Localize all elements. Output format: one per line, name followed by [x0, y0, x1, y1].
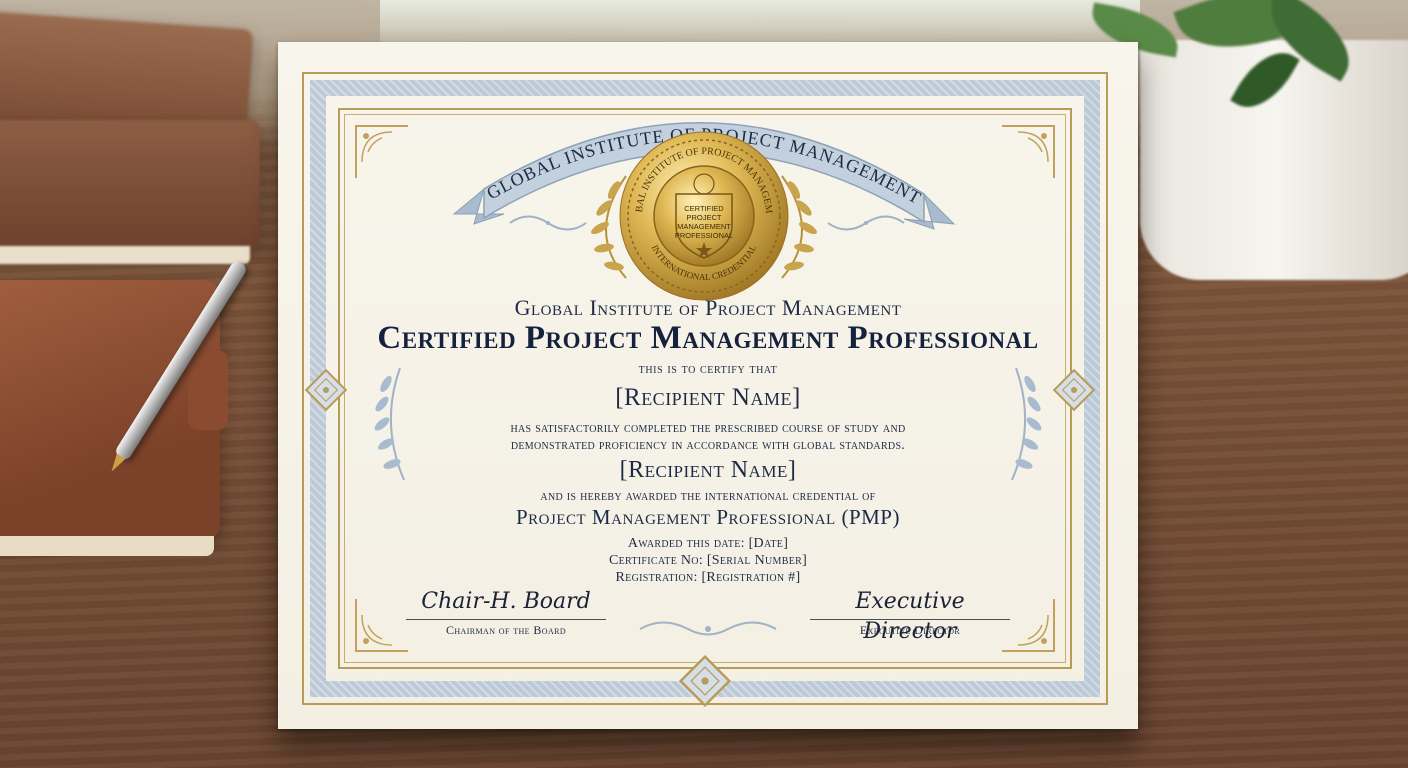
signature-chairman: Chair-H. Board — [421, 589, 591, 614]
completion-statement: has satisfactorily completed the prescri… — [278, 420, 1138, 454]
certificate: GLOBAL INSTITUTE OF PROJECT MANAGEMENT — [278, 42, 1138, 729]
corner-flourish-icon — [352, 595, 412, 655]
diamond-ornament-icon — [678, 654, 732, 708]
award-statement: and is hereby awarded the international … — [540, 489, 876, 504]
gold-seal: GLOBAL INSTITUTE OF PROJECT MANAGEMENT I… — [610, 118, 794, 306]
corner-flourish-icon — [352, 122, 412, 182]
signature-block-director: Executive Director Executive Director — [810, 587, 1010, 644]
certificate-title: Certified Project Management Professiona… — [377, 320, 1039, 356]
recipient-name-secondary: [Recipient Name] — [619, 457, 797, 483]
seal-center-line1: CERTIFIED — [684, 204, 724, 213]
swirl-ornament-icon — [508, 208, 588, 238]
leather-notebook-middle — [0, 120, 260, 264]
award-date: Awarded this date: [Date] — [627, 536, 789, 551]
bottom-swirl-ornament-icon — [638, 616, 778, 642]
institute-name: Global Institute of Project Management — [514, 295, 902, 320]
signature-director: Executive Director — [855, 589, 965, 644]
seal-center-line4: PROFESSIONAL — [675, 231, 733, 240]
seal-center-line2: PROJECT — [686, 213, 721, 222]
credential-name: Project Management Professional (PMP) — [516, 505, 900, 529]
swirl-ornament-icon — [826, 208, 906, 238]
signature-title-director: Executive Director — [859, 623, 961, 637]
completion-line-1: has satisfactorily completed the prescri… — [510, 421, 906, 436]
certificate-number: Certificate No: [Serial Number] — [608, 553, 808, 568]
signature-line — [406, 619, 606, 620]
seal-center-line3: MANAGEMENT — [677, 222, 731, 231]
leather-notebook-bottom — [0, 280, 228, 556]
corner-flourish-icon — [998, 122, 1058, 182]
completion-line-2: demonstrated proficiency in accordance w… — [510, 438, 906, 453]
certify-line: this is to certify that — [638, 362, 778, 377]
recipient-name: [Recipient Name] — [615, 384, 801, 411]
signature-title-chairman: Chairman of the Board — [445, 623, 567, 637]
signature-block-chairman: Chair-H. Board Chairman of the Board — [406, 587, 606, 638]
registration-number: Registration: [Registration #] — [615, 570, 801, 585]
